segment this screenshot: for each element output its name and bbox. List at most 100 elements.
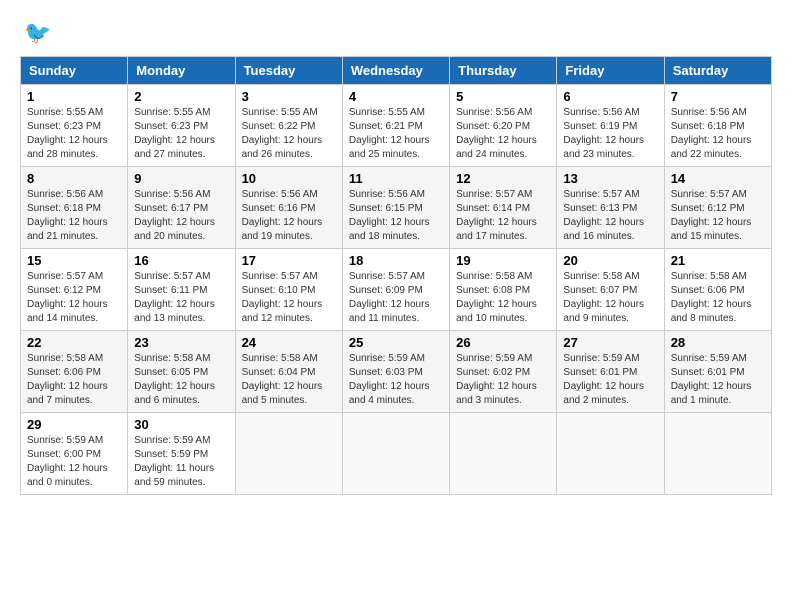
day-number: 9 [134,171,228,186]
day-number: 7 [671,89,765,104]
empty-cell [557,413,664,495]
calendar-day-24: 24 Sunrise: 5:58 AMSunset: 6:04 PMDaylig… [235,331,342,413]
day-number: 18 [349,253,443,268]
calendar-day-16: 16 Sunrise: 5:57 AMSunset: 6:11 PMDaylig… [128,249,235,331]
day-number: 5 [456,89,550,104]
day-header-monday: Monday [128,57,235,85]
empty-cell [342,413,449,495]
day-number: 15 [27,253,121,268]
day-number: 1 [27,89,121,104]
day-header-friday: Friday [557,57,664,85]
day-info: Sunrise: 5:58 AMSunset: 6:07 PMDaylight:… [563,271,644,324]
calendar-day-6: 6 Sunrise: 5:56 AMSunset: 6:19 PMDayligh… [557,85,664,167]
day-info: Sunrise: 5:58 AMSunset: 6:06 PMDaylight:… [27,353,108,406]
calendar-day-5: 5 Sunrise: 5:56 AMSunset: 6:20 PMDayligh… [450,85,557,167]
calendar-day-25: 25 Sunrise: 5:59 AMSunset: 6:03 PMDaylig… [342,331,449,413]
calendar-day-19: 19 Sunrise: 5:58 AMSunset: 6:08 PMDaylig… [450,249,557,331]
day-number: 16 [134,253,228,268]
calendar-week-5: 29 Sunrise: 5:59 AMSunset: 6:00 PMDaylig… [21,413,772,495]
calendar-day-20: 20 Sunrise: 5:58 AMSunset: 6:07 PMDaylig… [557,249,664,331]
calendar-day-11: 11 Sunrise: 5:56 AMSunset: 6:15 PMDaylig… [342,167,449,249]
day-info: Sunrise: 5:58 AMSunset: 6:08 PMDaylight:… [456,271,537,324]
day-header-tuesday: Tuesday [235,57,342,85]
day-info: Sunrise: 5:55 AMSunset: 6:22 PMDaylight:… [242,107,323,160]
day-info: Sunrise: 5:58 AMSunset: 6:04 PMDaylight:… [242,353,323,406]
day-info: Sunrise: 5:59 AMSunset: 6:00 PMDaylight:… [27,435,108,488]
calendar-day-14: 14 Sunrise: 5:57 AMSunset: 6:12 PMDaylig… [664,167,771,249]
logo-bird-icon: 🐦 [24,20,51,46]
calendar-day-22: 22 Sunrise: 5:58 AMSunset: 6:06 PMDaylig… [21,331,128,413]
day-info: Sunrise: 5:57 AMSunset: 6:09 PMDaylight:… [349,271,430,324]
calendar-week-2: 8 Sunrise: 5:56 AMSunset: 6:18 PMDayligh… [21,167,772,249]
calendar-day-23: 23 Sunrise: 5:58 AMSunset: 6:05 PMDaylig… [128,331,235,413]
calendar-day-27: 27 Sunrise: 5:59 AMSunset: 6:01 PMDaylig… [557,331,664,413]
day-info: Sunrise: 5:58 AMSunset: 6:05 PMDaylight:… [134,353,215,406]
day-number: 3 [242,89,336,104]
calendar-day-2: 2 Sunrise: 5:55 AMSunset: 6:23 PMDayligh… [128,85,235,167]
day-number: 25 [349,335,443,350]
day-number: 11 [349,171,443,186]
calendar-day-18: 18 Sunrise: 5:57 AMSunset: 6:09 PMDaylig… [342,249,449,331]
day-info: Sunrise: 5:59 AMSunset: 5:59 PMDaylight:… [134,435,214,488]
day-info: Sunrise: 5:55 AMSunset: 6:21 PMDaylight:… [349,107,430,160]
calendar-day-21: 21 Sunrise: 5:58 AMSunset: 6:06 PMDaylig… [664,249,771,331]
day-info: Sunrise: 5:59 AMSunset: 6:03 PMDaylight:… [349,353,430,406]
calendar-table: SundayMondayTuesdayWednesdayThursdayFrid… [20,56,772,495]
calendar-day-26: 26 Sunrise: 5:59 AMSunset: 6:02 PMDaylig… [450,331,557,413]
calendar-day-13: 13 Sunrise: 5:57 AMSunset: 6:13 PMDaylig… [557,167,664,249]
calendar-day-8: 8 Sunrise: 5:56 AMSunset: 6:18 PMDayligh… [21,167,128,249]
day-number: 21 [671,253,765,268]
calendar-day-9: 9 Sunrise: 5:56 AMSunset: 6:17 PMDayligh… [128,167,235,249]
day-number: 27 [563,335,657,350]
logo: 🐦 [20,20,51,46]
day-info: Sunrise: 5:56 AMSunset: 6:16 PMDaylight:… [242,189,323,242]
day-info: Sunrise: 5:59 AMSunset: 6:02 PMDaylight:… [456,353,537,406]
calendar-week-4: 22 Sunrise: 5:58 AMSunset: 6:06 PMDaylig… [21,331,772,413]
day-number: 4 [349,89,443,104]
calendar-day-30: 30 Sunrise: 5:59 AMSunset: 5:59 PMDaylig… [128,413,235,495]
day-info: Sunrise: 5:56 AMSunset: 6:18 PMDaylight:… [27,189,108,242]
empty-cell [235,413,342,495]
calendar-header-row: SundayMondayTuesdayWednesdayThursdayFrid… [21,57,772,85]
day-header-sunday: Sunday [21,57,128,85]
day-number: 26 [456,335,550,350]
calendar-day-3: 3 Sunrise: 5:55 AMSunset: 6:22 PMDayligh… [235,85,342,167]
day-number: 28 [671,335,765,350]
day-number: 2 [134,89,228,104]
day-number: 23 [134,335,228,350]
day-number: 13 [563,171,657,186]
empty-cell [664,413,771,495]
day-number: 14 [671,171,765,186]
day-number: 17 [242,253,336,268]
calendar-day-1: 1 Sunrise: 5:55 AMSunset: 6:23 PMDayligh… [21,85,128,167]
calendar-week-3: 15 Sunrise: 5:57 AMSunset: 6:12 PMDaylig… [21,249,772,331]
day-info: Sunrise: 5:57 AMSunset: 6:10 PMDaylight:… [242,271,323,324]
day-number: 10 [242,171,336,186]
calendar-week-1: 1 Sunrise: 5:55 AMSunset: 6:23 PMDayligh… [21,85,772,167]
day-number: 6 [563,89,657,104]
day-info: Sunrise: 5:57 AMSunset: 6:12 PMDaylight:… [671,189,752,242]
day-number: 19 [456,253,550,268]
day-number: 22 [27,335,121,350]
day-number: 8 [27,171,121,186]
day-number: 30 [134,417,228,432]
day-info: Sunrise: 5:55 AMSunset: 6:23 PMDaylight:… [27,107,108,160]
day-info: Sunrise: 5:58 AMSunset: 6:06 PMDaylight:… [671,271,752,324]
day-info: Sunrise: 5:56 AMSunset: 6:19 PMDaylight:… [563,107,644,160]
calendar-day-29: 29 Sunrise: 5:59 AMSunset: 6:00 PMDaylig… [21,413,128,495]
day-info: Sunrise: 5:56 AMSunset: 6:20 PMDaylight:… [456,107,537,160]
day-header-wednesday: Wednesday [342,57,449,85]
day-info: Sunrise: 5:57 AMSunset: 6:13 PMDaylight:… [563,189,644,242]
day-info: Sunrise: 5:57 AMSunset: 6:14 PMDaylight:… [456,189,537,242]
day-number: 24 [242,335,336,350]
day-info: Sunrise: 5:56 AMSunset: 6:17 PMDaylight:… [134,189,215,242]
day-number: 12 [456,171,550,186]
day-number: 20 [563,253,657,268]
calendar-day-15: 15 Sunrise: 5:57 AMSunset: 6:12 PMDaylig… [21,249,128,331]
calendar-day-4: 4 Sunrise: 5:55 AMSunset: 6:21 PMDayligh… [342,85,449,167]
calendar-day-7: 7 Sunrise: 5:56 AMSunset: 6:18 PMDayligh… [664,85,771,167]
calendar-day-28: 28 Sunrise: 5:59 AMSunset: 6:01 PMDaylig… [664,331,771,413]
day-info: Sunrise: 5:59 AMSunset: 6:01 PMDaylight:… [671,353,752,406]
day-info: Sunrise: 5:57 AMSunset: 6:11 PMDaylight:… [134,271,215,324]
empty-cell [450,413,557,495]
